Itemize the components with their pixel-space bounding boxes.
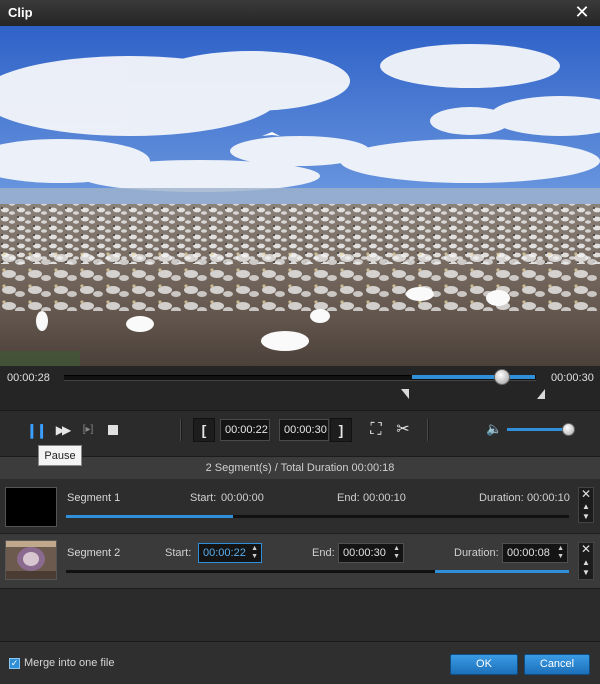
segment-name: Segment 2 (67, 547, 121, 559)
segment-range-fill (66, 515, 234, 518)
segment-start-value: 00:00:00 (221, 492, 264, 504)
clip-range-fill (412, 375, 535, 379)
set-start-bracket-icon[interactable]: [ (193, 418, 215, 442)
pause-icon[interactable]: ❙❙ (26, 421, 47, 439)
total-time: 00:00:30 (551, 372, 594, 384)
segment-start-stepper[interactable]: 00:00:22 ▲ ▼ (198, 543, 262, 563)
segment-duration-label: Duration: (454, 547, 499, 559)
scissors-icon[interactable]: ✂ (392, 420, 414, 440)
segment-end-value: 00:00:30 (343, 547, 386, 559)
volume-slider[interactable] (507, 428, 567, 431)
segment-end-label: End: (337, 492, 360, 504)
window-title: Clip (8, 5, 33, 20)
toolbar-divider (180, 419, 182, 441)
segment-duration-value: 00:00:10 (527, 492, 570, 504)
ok-button[interactable]: OK (450, 654, 518, 675)
segment-duration-label: Duration: (479, 492, 524, 504)
segment-name: Segment 1 (67, 492, 121, 504)
move-up-icon[interactable]: ▲ (579, 558, 593, 567)
segment-start-label: Start: (165, 547, 192, 559)
timeline-area (0, 366, 600, 410)
segment-end-stepper[interactable]: 00:00:30 ▲ ▼ (338, 543, 404, 563)
clip-end-marker[interactable] (537, 389, 545, 399)
video-preview (0, 26, 600, 366)
clip-start-marker[interactable] (401, 389, 409, 399)
delete-segment-icon[interactable]: ✕ (579, 543, 593, 555)
title-bar (0, 0, 600, 27)
segment-row[interactable] (0, 479, 600, 534)
segment-list-empty-area (0, 589, 600, 641)
move-down-icon[interactable]: ▼ (579, 512, 593, 521)
merge-label[interactable]: Merge into one file (24, 657, 115, 669)
video-frame (0, 26, 600, 366)
stepper-arrows-icon[interactable]: ▲ ▼ (557, 545, 564, 561)
stepper-arrows-icon[interactable]: ▲ ▼ (393, 545, 400, 561)
segment-duration-stepper[interactable]: 00:00:08 ▲ ▼ (502, 543, 568, 563)
segment-end-value: 00:00:10 (363, 492, 406, 504)
segment-end-label: End: (312, 547, 335, 559)
set-end-bracket-icon[interactable]: ] (330, 418, 352, 442)
crop-icon[interactable]: ⛶ (366, 420, 386, 440)
stop-icon[interactable] (108, 425, 118, 435)
next-frame-icon[interactable]: [▸] (79, 421, 97, 439)
cancel-button[interactable]: Cancel (524, 654, 590, 675)
move-down-icon[interactable]: ▼ (579, 568, 593, 577)
volume-slider-handle[interactable] (562, 423, 575, 436)
stepper-arrows-icon[interactable]: ▲ ▼ (251, 545, 258, 561)
segments-summary: 2 Segment(s) / Total Duration 00:00:18 (0, 456, 600, 480)
playhead-handle[interactable] (494, 369, 510, 385)
segment-duration-value: 00:00:08 (507, 547, 550, 559)
segment-start-value: 00:00:22 (203, 547, 246, 559)
segment-thumbnail (5, 487, 57, 527)
current-time: 00:00:28 (7, 372, 50, 384)
volume-icon[interactable]: 🔈 (486, 421, 504, 437)
segment-start-label: Start: (190, 492, 217, 504)
segment-thumbnail (5, 540, 57, 580)
pause-tooltip: Pause (38, 445, 82, 466)
fast-forward-icon[interactable]: ▶▶ (53, 421, 71, 439)
delete-segment-icon[interactable]: ✕ (579, 488, 593, 500)
end-time-field[interactable]: 00:00:30 (279, 419, 329, 441)
toolbar-divider (427, 419, 429, 441)
segment-range-fill (434, 570, 569, 573)
segment-thumbnail-image (6, 541, 56, 579)
merge-checkbox[interactable]: ✓ (9, 658, 20, 669)
close-icon[interactable]: ✕ (572, 2, 592, 22)
move-up-icon[interactable]: ▲ (579, 502, 593, 511)
start-time-field[interactable]: 00:00:22 (220, 419, 270, 441)
